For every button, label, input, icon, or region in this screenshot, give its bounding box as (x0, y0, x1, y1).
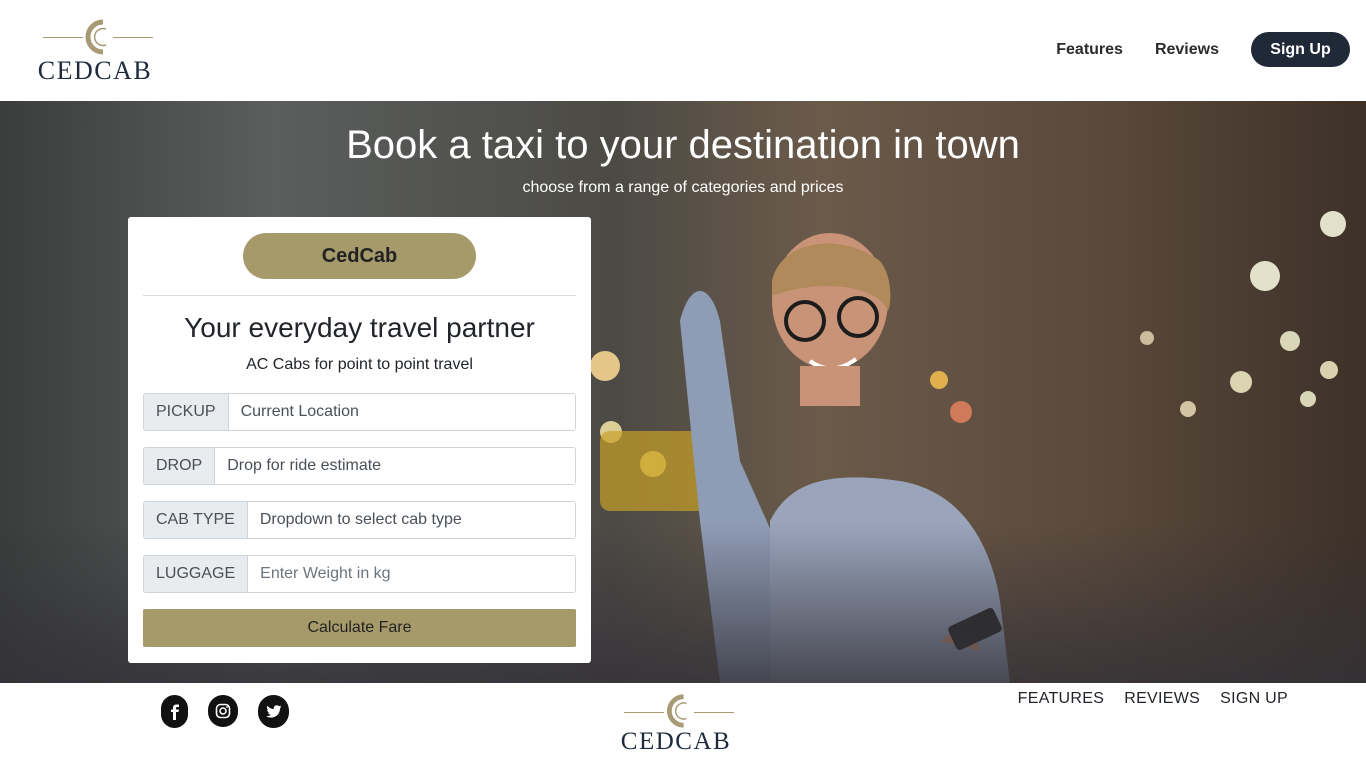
bokeh-light (1320, 211, 1346, 237)
hero-subtitle: choose from a range of categories and pr… (522, 179, 844, 196)
bokeh-light (1230, 371, 1252, 393)
twitter-icon[interactable] (258, 695, 289, 728)
drop-input-group: DROP Drop for ride estimate (143, 447, 576, 485)
cab-type-select[interactable]: Dropdown to select cab type (247, 502, 575, 538)
logo-wordmark: CEDCAB (620, 728, 732, 755)
luggage-label: LUGGAGE (144, 556, 249, 592)
footer-nav: FEATURES REVIEWS SIGN UP (998, 690, 1288, 708)
bokeh-light (1180, 401, 1196, 417)
cab-type-label: CAB TYPE (144, 502, 248, 538)
cedcab-brand-button[interactable]: CedCab (243, 233, 476, 279)
logo-c-icon (667, 694, 687, 728)
cab-type-input-group: CAB TYPE Dropdown to select cab type (143, 501, 576, 539)
booking-title: Your everyday travel partner (184, 312, 535, 343)
logo-c-icon (85, 19, 107, 55)
logo-wordmark: CEDCAB (37, 56, 153, 85)
card-divider (143, 295, 576, 296)
pickup-label: PICKUP (144, 394, 229, 430)
calculate-fare-button[interactable]: Calculate Fare (143, 609, 576, 647)
bokeh-light (1250, 261, 1280, 291)
footer-logo[interactable]: CEDCAB (616, 693, 736, 755)
luggage-input-group: LUGGAGE Enter Weight in kg (143, 555, 576, 593)
site-footer: CEDCAB FEATURES REVIEWS SIGN UP (0, 683, 1366, 768)
header-logo[interactable]: CEDCAB (35, 18, 155, 84)
footer-features-link[interactable]: FEATURES (1018, 690, 1105, 708)
main-nav: Features Reviews Sign Up (1056, 32, 1350, 67)
bokeh-light (590, 351, 620, 381)
site-header: CEDCAB Features Reviews Sign Up (0, 0, 1366, 101)
luggage-weight-input[interactable]: Enter Weight in kg (248, 556, 575, 592)
bokeh-light (1140, 331, 1154, 345)
pickup-select[interactable]: Current Location (228, 394, 575, 430)
logo-mark (616, 693, 736, 729)
bokeh-light (1300, 391, 1316, 407)
instagram-icon[interactable] (208, 695, 238, 727)
signup-button[interactable]: Sign Up (1251, 32, 1350, 67)
footer-signup-link[interactable]: SIGN UP (1220, 690, 1288, 708)
nav-reviews-link[interactable]: Reviews (1155, 41, 1219, 59)
booking-tagline: AC Cabs for point to point travel (246, 356, 473, 373)
logo-mark (35, 18, 155, 58)
hero-title: Book a taxi to your destination in town (346, 123, 1020, 167)
bokeh-light (1280, 331, 1300, 351)
nav-features-link[interactable]: Features (1056, 41, 1123, 59)
bokeh-light (1320, 361, 1338, 379)
drop-label: DROP (144, 448, 216, 484)
pickup-input-group: PICKUP Current Location (143, 393, 576, 431)
drop-select[interactable]: Drop for ride estimate (215, 448, 575, 484)
facebook-icon[interactable] (161, 695, 188, 728)
footer-reviews-link[interactable]: REVIEWS (1124, 690, 1200, 708)
booking-form-card: CedCab Your everyday travel partner AC C… (128, 217, 591, 663)
